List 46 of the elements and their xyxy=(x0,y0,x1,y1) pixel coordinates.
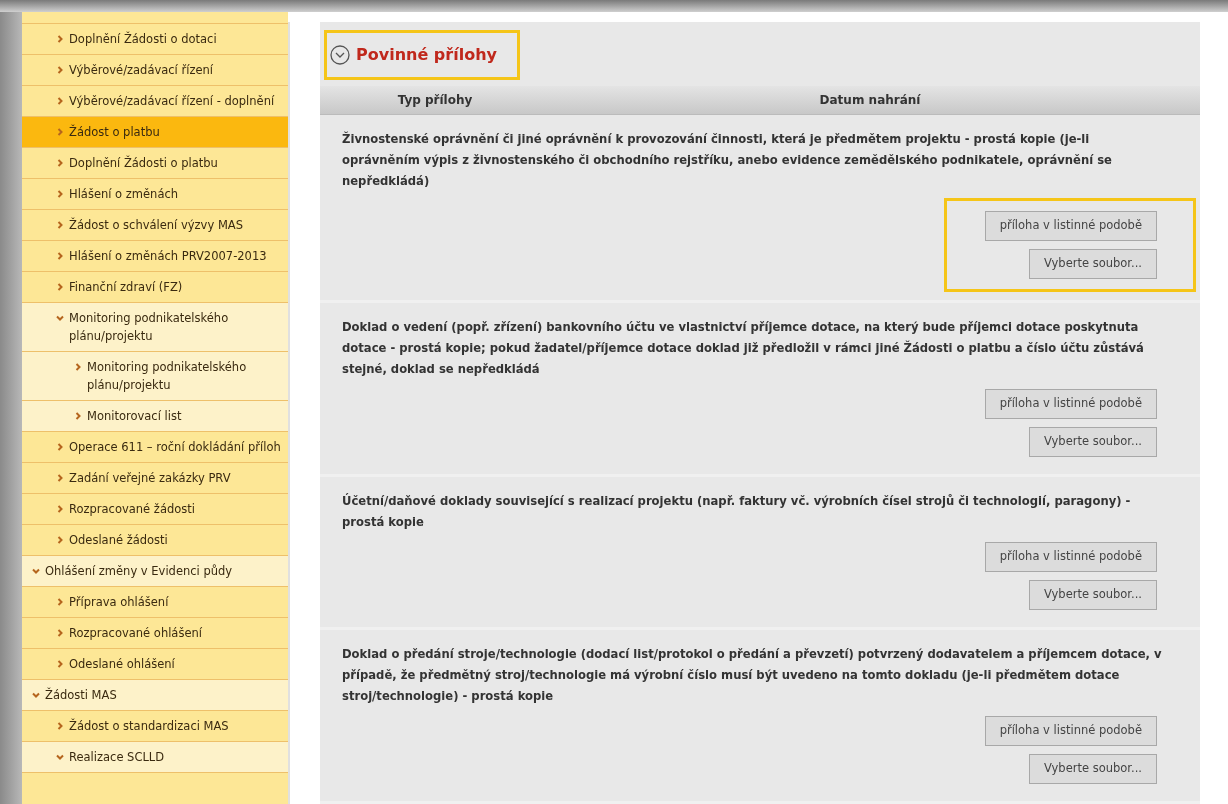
sidebar-item[interactable]: Žádost o platbu xyxy=(22,117,288,148)
chevron-down-icon xyxy=(56,314,64,322)
upload-button[interactable]: Vyberte soubor... xyxy=(1029,427,1157,457)
chevron-right-icon xyxy=(56,536,64,544)
sidebar-item[interactable]: Realizace SCLLD xyxy=(22,742,288,773)
chevron-right-icon xyxy=(56,474,64,482)
attachment-description: Účetní/daňové doklady související s realizací projektu (např. faktury vč. výrobních čísel strojů či technologií, paragony) - prostá kopie xyxy=(342,492,1132,531)
chevron-down-icon xyxy=(32,691,40,699)
sidebar-item[interactable]: Monitoring podnikatelského plánu/projektu xyxy=(22,303,288,352)
upload-button[interactable]: příloha v listinné podobě xyxy=(984,542,1157,572)
chevron-right-icon xyxy=(56,252,64,260)
chevron-right-icon xyxy=(56,283,64,291)
chevron-right-icon xyxy=(56,35,64,43)
chevron-right-icon xyxy=(56,66,64,74)
chevron-right-icon xyxy=(74,412,82,420)
chevron-right-icon xyxy=(56,190,64,198)
attachment-description: Doklad o vedení (popř. zřízení) bankovního účtu ve vlastnictví příjemce dotace, na který bude příjemci dotace poskytnuta dotace - prostá kopie; pokud žadatel/příjemce dotace doklad již předložil v rámci jiné Žádosti o platbu a číslo účtu zůstává stejné, doklad se nepředkládá xyxy=(342,319,1145,378)
column-header: Typ přílohy xyxy=(396,92,474,109)
upload-button[interactable]: příloha v listinné podobě xyxy=(984,389,1157,419)
chevron-right-icon xyxy=(56,159,64,167)
chevron-right-icon xyxy=(56,505,64,513)
upload-button[interactable]: příloha v listinné podobě xyxy=(984,211,1157,241)
sidebar-item[interactable]: Monitorovací list xyxy=(22,401,288,432)
sidebar-item[interactable]: Ohlášení změny v Evidenci půdy xyxy=(22,556,288,587)
chevron-right-icon xyxy=(56,443,64,451)
sidebar-item[interactable]: Žádosti MAS xyxy=(22,680,288,711)
attachment-description: Živnostenské oprávnění či jiné oprávnění k provozování činnosti, která je předmětem projektu - prostá kopie (je-li oprávněním výpis z živnostenského či obchodního rejstříku, anebo evidence zemědělského podnikatele, oprávnění se nepředkládá) xyxy=(342,130,1113,190)
chevron-down-icon xyxy=(32,567,40,575)
chevron-right-icon xyxy=(56,722,64,730)
chevron-right-icon xyxy=(56,629,64,637)
sidebar-item[interactable]: Monitoring podnikatelského plánu/projektu xyxy=(22,352,288,401)
upload-button[interactable]: Vyberte soubor... xyxy=(1029,249,1157,279)
column-header: Datum nahrání xyxy=(818,92,922,109)
chevron-right-icon xyxy=(56,128,64,136)
section-toggle[interactable]: Povinné přílohy xyxy=(324,30,520,80)
chevron-right-icon xyxy=(56,97,64,105)
chevron-down-icon xyxy=(56,753,64,761)
chevron-right-icon xyxy=(56,221,64,229)
chevron-right-icon xyxy=(56,598,64,606)
upload-button[interactable]: Vyberte soubor... xyxy=(1029,580,1157,610)
chevron-down-circle-icon xyxy=(330,45,350,65)
chevron-right-icon xyxy=(74,363,82,371)
chevron-right-icon xyxy=(56,660,64,668)
attachment-description: Doklad o předání stroje/technologie (dodací list/protokol o předání a převzetí) potvrzený dodavatelem a příjemcem dotace, v případě, že předmětný stroj/technologie má výrobní číslo musí být uvedeno na tomto dokladu (je-li předmětem dotace stroj/technologie) - prostá kopie xyxy=(342,646,1163,705)
upload-button[interactable]: Vyberte soubor... xyxy=(1029,754,1157,784)
upload-button[interactable]: příloha v listinné podobě xyxy=(984,716,1157,746)
